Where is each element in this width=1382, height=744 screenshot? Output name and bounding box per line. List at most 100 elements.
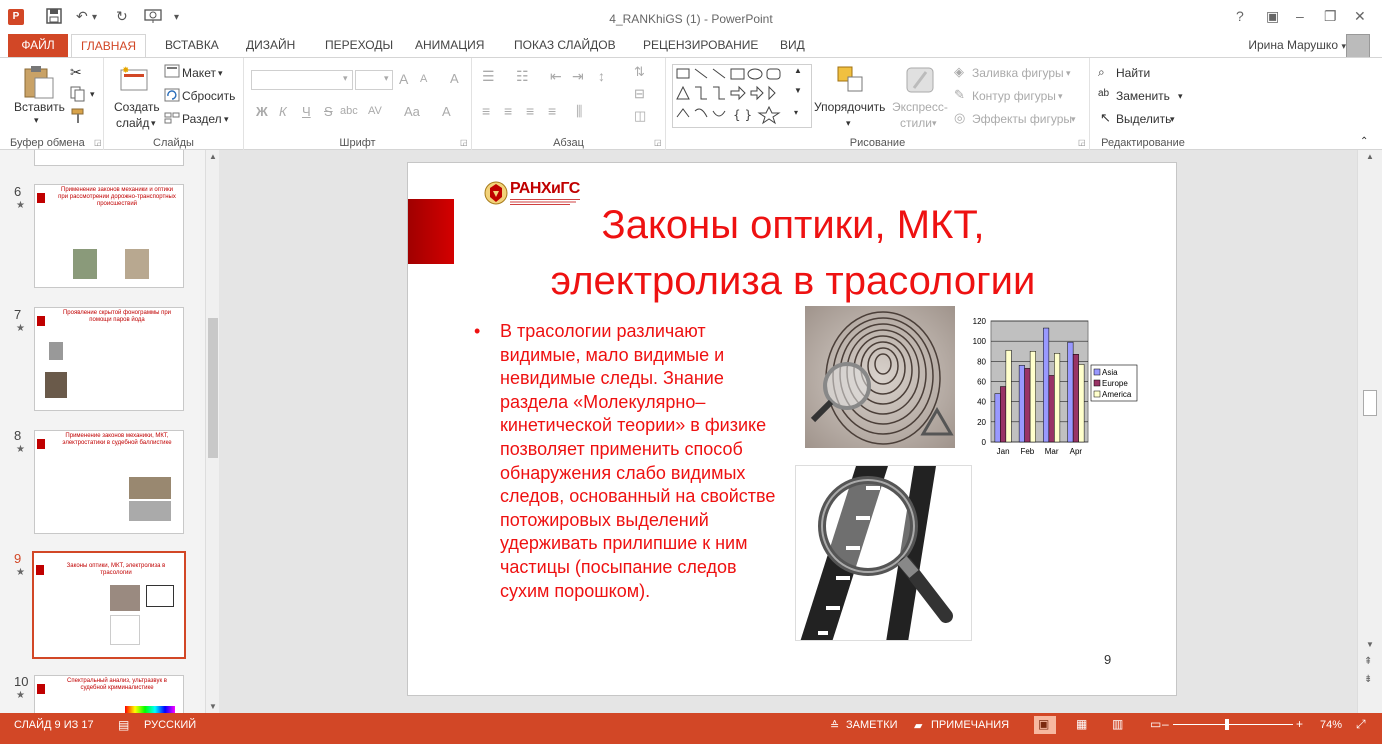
tab-review[interactable]: РЕЦЕНЗИРОВАНИЕ	[634, 34, 767, 57]
scroll-up-icon[interactable]: ▲	[1366, 152, 1374, 161]
next-slide-icon[interactable]: ⇟	[1364, 674, 1372, 685]
increase-indent-icon[interactable]: ⇥	[572, 68, 584, 85]
zoom-in-icon[interactable]: +	[1296, 717, 1303, 731]
section-button[interactable]: Раздел	[182, 112, 222, 126]
section-dropdown-icon[interactable]: ▾	[224, 114, 229, 125]
zoom-out-icon[interactable]: –	[1162, 717, 1169, 731]
justify-icon[interactable]: ≡	[548, 103, 556, 119]
char-spacing-button[interactable]: AV	[368, 105, 382, 117]
slide-title[interactable]: Законы оптики, МКТ, электролиза в трасол…	[508, 197, 1078, 309]
new-slide-label-2[interactable]: слайд	[116, 116, 149, 130]
new-slide-label-1[interactable]: Создать	[114, 100, 160, 114]
bar-chart[interactable]: 0 20 40 60 80 100 120 Jan Feb Mar Apr Asia Europe Ame…	[961, 309, 1151, 459]
previous-slide-icon[interactable]: ⇞	[1364, 656, 1372, 667]
slide-canvas[interactable]: РАНХиГС Законы оптики, МКТ, электролиза …	[407, 162, 1177, 696]
copy-dropdown-icon[interactable]: ▾	[90, 89, 95, 100]
line-spacing-icon[interactable]: ↕	[598, 68, 605, 84]
scroll-down-icon[interactable]: ▼	[1366, 640, 1374, 649]
comments-button[interactable]: ПРИМЕЧАНИЯ	[931, 719, 1009, 731]
scroll-up-icon[interactable]: ▲	[209, 152, 217, 161]
user-name[interactable]: Ирина Марушко	[1248, 38, 1338, 52]
paste-button[interactable]: Вставить	[14, 100, 65, 114]
language-indicator[interactable]: РУССКИЙ	[144, 719, 196, 731]
font-name-input[interactable]	[251, 70, 353, 90]
grow-font-icon[interactable]: A	[399, 71, 408, 87]
thumbnail-slide-7[interactable]: Проявление скрытой фонограммы при помощи…	[34, 307, 184, 411]
clipboard-launcher-icon[interactable]: ◲	[94, 138, 102, 147]
quick-styles-label-2[interactable]: стили	[900, 116, 932, 130]
font-name-dropdown-icon[interactable]: ▾	[343, 73, 348, 84]
replace-button[interactable]: Заменить	[1116, 89, 1170, 103]
tire-track-magnifier-image[interactable]	[795, 465, 972, 641]
quick-styles-label-1[interactable]: Экспресс-	[892, 100, 948, 114]
ribbon-display-icon[interactable]: ▣	[1266, 8, 1279, 25]
shape-fill-button[interactable]: Заливка фигуры	[972, 66, 1064, 80]
thumbnail-slide-5[interactable]	[34, 150, 184, 166]
quick-styles-dropdown-icon[interactable]: ▾	[932, 118, 937, 129]
drawing-launcher-icon[interactable]: ◲	[1078, 138, 1086, 147]
arrange-button[interactable]: Упорядочить	[814, 100, 885, 114]
smartart-icon[interactable]: ◫	[634, 108, 646, 124]
shape-effects-button[interactable]: Эффекты фигуры	[972, 112, 1072, 126]
shrink-font-icon[interactable]: A	[420, 73, 427, 85]
cut-icon[interactable]: ✂	[70, 64, 82, 81]
format-painter-icon[interactable]	[70, 108, 86, 127]
help-icon[interactable]: ?	[1236, 8, 1244, 24]
tab-view[interactable]: ВИД	[771, 34, 814, 57]
new-slide-icon[interactable]: ✸	[118, 64, 150, 99]
editor-scrollbar[interactable]: ▲ ▼ ⇞ ⇟	[1357, 150, 1382, 713]
spellcheck-icon[interactable]: ▤	[118, 718, 129, 732]
restore-icon[interactable]: ❐	[1324, 8, 1337, 25]
fingerprint-image[interactable]	[805, 306, 955, 448]
columns-icon[interactable]: ⫼	[576, 103, 582, 120]
paste-dropdown-icon[interactable]: ▾	[34, 115, 39, 126]
slide-sorter-icon[interactable]: ▦	[1076, 717, 1087, 731]
zoom-slider-track[interactable]	[1173, 724, 1293, 725]
thumbnail-slide-9[interactable]: Законы оптики, МКТ, электролиза в трасол…	[32, 551, 186, 659]
strikethrough-button[interactable]: S	[324, 104, 333, 119]
find-button[interactable]: Найти	[1116, 66, 1150, 80]
slideshow-view-icon[interactable]: ▭	[1150, 717, 1161, 731]
shapes-gallery[interactable]: { }	[672, 64, 812, 128]
tab-file[interactable]: ФАЙЛ	[8, 34, 68, 57]
scroll-down-icon[interactable]: ▼	[209, 702, 217, 711]
tab-transitions[interactable]: ПЕРЕХОДЫ	[316, 34, 402, 57]
tab-slideshow[interactable]: ПОКАЗ СЛАЙДОВ	[505, 34, 625, 57]
scroll-thumb[interactable]	[208, 318, 218, 458]
bold-button[interactable]: Ж	[256, 104, 268, 119]
layout-button[interactable]: Макет	[182, 66, 216, 80]
fit-slide-icon[interactable]: ⤢	[1356, 717, 1366, 732]
new-slide-dropdown-icon[interactable]: ▾	[151, 118, 156, 129]
reset-button[interactable]: Сбросить	[182, 89, 235, 103]
collapse-ribbon-icon[interactable]: ⌃	[1360, 136, 1368, 147]
shape-effects-dropdown-icon[interactable]: ▾	[1071, 114, 1076, 125]
change-case-button[interactable]: Aa	[404, 104, 420, 119]
tab-animations[interactable]: АНИМАЦИЯ	[406, 34, 493, 57]
copy-icon[interactable]	[70, 86, 86, 105]
font-size-dropdown-icon[interactable]: ▾	[384, 73, 389, 84]
align-center-icon[interactable]: ≡	[504, 103, 512, 119]
font-launcher-icon[interactable]: ◲	[460, 138, 468, 147]
replace-dropdown-icon[interactable]: ▾	[1178, 91, 1183, 102]
tab-insert[interactable]: ВСТАВКА	[156, 34, 228, 57]
decrease-indent-icon[interactable]: ⇤	[550, 68, 562, 85]
quick-styles-icon[interactable]	[904, 64, 936, 99]
avatar[interactable]	[1346, 34, 1370, 58]
shapes-scroll-up-icon[interactable]: ▲	[794, 66, 802, 75]
shapes-scroll-down-icon[interactable]: ▼	[794, 86, 802, 95]
close-icon[interactable]: ✕	[1354, 8, 1366, 25]
underline-button[interactable]: Ч	[302, 104, 311, 119]
numbering-icon[interactable]: ☷	[516, 68, 529, 85]
text-direction-icon[interactable]: ⇅	[634, 64, 645, 80]
layout-dropdown-icon[interactable]: ▾	[218, 68, 223, 79]
tab-design[interactable]: ДИЗАЙН	[237, 34, 304, 57]
align-left-icon[interactable]: ≡	[482, 103, 490, 119]
tab-home[interactable]: ГЛАВНАЯ	[71, 34, 147, 57]
arrange-icon[interactable]	[834, 64, 866, 99]
thumbnail-slide-6[interactable]: Применение законов механики и оптики при…	[34, 184, 184, 288]
shape-outline-dropdown-icon[interactable]: ▾	[1058, 91, 1063, 102]
notes-button[interactable]: ЗАМЕТКИ	[846, 719, 898, 731]
reading-view-icon[interactable]: ▥	[1112, 717, 1123, 731]
zoom-slider-thumb[interactable]	[1225, 719, 1229, 730]
thumbnail-slide-8[interactable]: Применение законов механики, МКТ, электр…	[34, 430, 184, 534]
